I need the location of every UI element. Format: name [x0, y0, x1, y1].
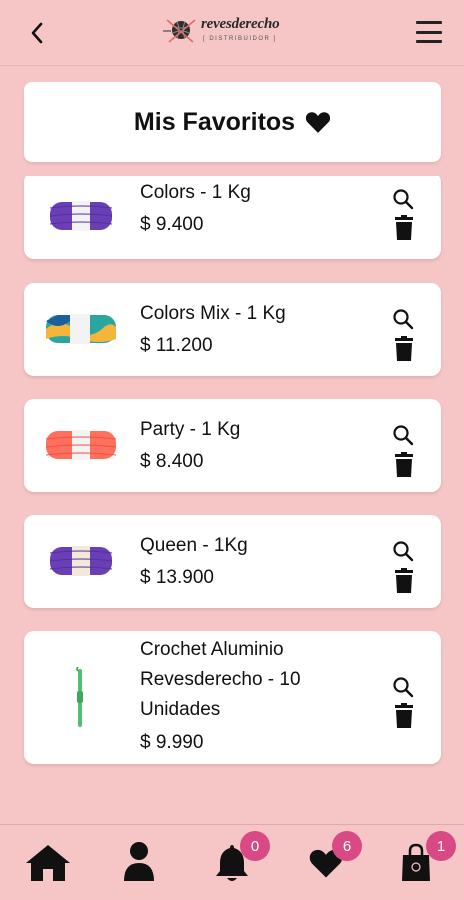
search-icon[interactable] [391, 423, 415, 447]
top-bar: revesderecho [ DISTRIBUIDOR ] [0, 0, 464, 66]
logo-subtitle: [ DISTRIBUIDOR ] [203, 36, 277, 42]
trash-icon[interactable] [393, 452, 415, 478]
product-price: $ 11.200 [140, 335, 213, 356]
search-icon[interactable] [391, 675, 415, 699]
trash-icon[interactable] [393, 568, 415, 594]
search-icon[interactable] [391, 539, 415, 563]
list-item[interactable]: Colors Mix - 1 Kg $ 11.200 [24, 283, 441, 376]
product-name: Colors Mix - 1 Kg [140, 303, 286, 324]
logo-text: revesderecho [201, 16, 280, 32]
brand-logo[interactable]: revesderecho [ DISTRIBUIDOR ] [163, 14, 303, 48]
list-item[interactable]: Crochet Aluminio Revesderecho - 10 Unida… [24, 631, 441, 764]
list-item[interactable]: Colors - 1 Kg $ 9.400 [24, 176, 441, 259]
product-name: Colors - 1 Kg [140, 182, 251, 203]
product-name: Party - 1 Kg [140, 419, 241, 440]
product-thumbnail [46, 314, 116, 344]
list-item[interactable]: Party - 1 Kg $ 8.400 [24, 399, 441, 492]
search-icon[interactable] [391, 307, 415, 331]
product-name: Crochet Aluminio Revesderecho - 10 Unida… [140, 639, 301, 720]
heart-icon [305, 112, 331, 133]
nav-cart[interactable]: 1 [390, 831, 456, 887]
trash-icon[interactable] [393, 336, 415, 362]
search-icon[interactable] [391, 187, 415, 211]
product-thumbnail [76, 667, 83, 727]
nav-profile[interactable] [110, 837, 170, 887]
favorites-title-card: Mis Favoritos [24, 82, 441, 162]
product-thumbnail [49, 546, 113, 576]
nav-home[interactable] [20, 837, 80, 887]
list-item[interactable]: Queen - 1Kg $ 13.900 [24, 515, 441, 608]
product-thumbnail [45, 430, 117, 460]
cart-badge: 1 [426, 831, 456, 861]
favorites-badge: 6 [332, 831, 362, 861]
yarn-logo-icon [163, 19, 196, 43]
menu-line [416, 21, 442, 24]
home-icon [26, 845, 70, 881]
product-price: $ 9.400 [140, 214, 204, 235]
product-price: $ 8.400 [140, 451, 204, 472]
product-price: $ 13.900 [140, 567, 214, 588]
chevron-left-icon [31, 22, 43, 44]
trash-icon[interactable] [393, 703, 415, 729]
product-thumbnail [49, 201, 113, 231]
notifications-badge: 0 [240, 831, 270, 861]
page-title: Mis Favoritos [133, 107, 296, 136]
user-icon [124, 842, 154, 881]
product-name: Queen - 1Kg [140, 535, 248, 556]
nav-notifications[interactable]: 0 [204, 831, 270, 887]
back-button[interactable] [22, 18, 52, 48]
favorites-list[interactable]: Colors - 1 Kg $ 9.400 Colors Mix - 1 Kg … [0, 176, 464, 824]
nav-favorites[interactable]: 6 [296, 831, 362, 887]
bottom-navigation: 0 6 1 [0, 824, 464, 900]
menu-button[interactable] [416, 21, 442, 43]
product-price: $ 9.990 [140, 732, 204, 753]
menu-line [416, 40, 442, 43]
trash-icon[interactable] [393, 215, 415, 241]
menu-line [416, 30, 442, 34]
